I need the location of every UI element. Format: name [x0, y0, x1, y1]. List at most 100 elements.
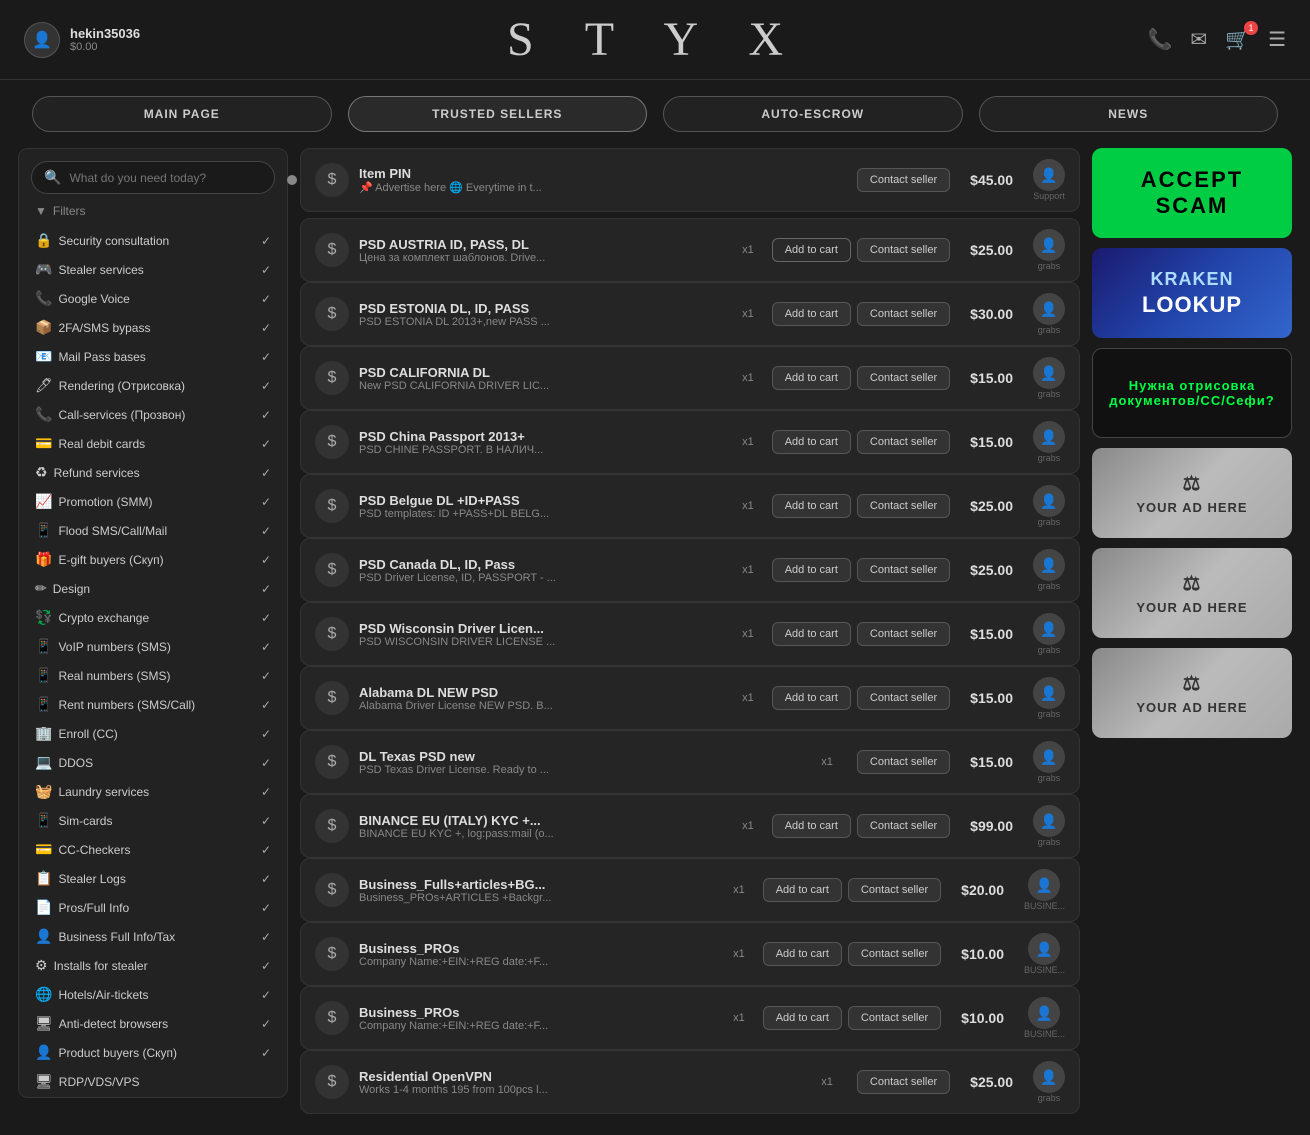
- contact-seller-button[interactable]: Contact seller: [848, 1006, 941, 1030]
- ad-your-3[interactable]: ⚖ YOUR AD HERE: [1092, 648, 1292, 738]
- seller-label: grabs: [1038, 389, 1061, 399]
- sidebar-item-5[interactable]: 🖊 Rendering (Отрисовка) ✓: [31, 371, 275, 400]
- ad-your-2[interactable]: ⚖ YOUR AD HERE: [1092, 548, 1292, 638]
- ad-your-1[interactable]: ⚖ YOUR AD HERE: [1092, 448, 1292, 538]
- sidebar-item-20[interactable]: 📱 Sim-cards ✓: [31, 806, 275, 835]
- seller-avatar: 👤: [1033, 357, 1065, 389]
- product-icon: $: [315, 553, 349, 587]
- avatar[interactable]: 👤: [24, 22, 60, 58]
- product-info: Business_Fulls+articles+BG... Business_P…: [359, 877, 715, 904]
- sidebar-item-18[interactable]: 💻 DDOS ✓: [31, 748, 275, 777]
- contact-seller-button[interactable]: Contact seller: [857, 750, 950, 774]
- contact-seller-button[interactable]: Contact seller: [857, 494, 950, 518]
- sidebar-item-28[interactable]: 👤 Product buyers (Скуп) ✓: [31, 1038, 275, 1067]
- contact-seller-button[interactable]: Contact seller: [857, 558, 950, 582]
- add-to-cart-button[interactable]: Add to cart: [763, 1006, 842, 1030]
- button-group: Add to cart Contact seller: [772, 366, 950, 390]
- ad-drawing[interactable]: Нужна отрисовка документов/СС/Сефи?: [1092, 348, 1292, 438]
- product-info: Alabama DL NEW PSD Alabama Driver Licens…: [359, 685, 724, 712]
- product-title: PSD Canada DL, ID, Pass: [359, 557, 724, 572]
- sidebar-item-2[interactable]: 📞 Google Voice ✓: [31, 284, 275, 313]
- sidebar-item-11[interactable]: 🎁 E-gift buyers (Скуп) ✓: [31, 545, 275, 574]
- pin-card: $ Item PIN 📌 Advertise here 🌐 Everytime …: [300, 148, 1080, 212]
- sidebar-item-4[interactable]: 📧 Mail Pass bases ✓: [31, 342, 275, 371]
- sidebar-item-7[interactable]: 💳 Real debit cards ✓: [31, 429, 275, 458]
- sidebar-check-26: ✓: [261, 988, 271, 1002]
- sidebar-item-17[interactable]: 🏢 Enroll (CC) ✓: [31, 719, 275, 748]
- contact-seller-button[interactable]: Contact seller: [848, 942, 941, 966]
- sidebar-item-14[interactable]: 📱 VoIP numbers (SMS) ✓: [31, 632, 275, 661]
- sidebar-icon-28: 👤: [35, 1044, 52, 1061]
- mail-icon[interactable]: ✉: [1190, 27, 1207, 52]
- contact-seller-button[interactable]: Contact seller: [848, 878, 941, 902]
- product-qty: x1: [734, 628, 762, 640]
- contact-seller-button[interactable]: Contact seller: [857, 168, 950, 192]
- sidebar-item-15[interactable]: 📱 Real numbers (SMS) ✓: [31, 661, 275, 690]
- sidebar-item-22[interactable]: 📋 Stealer Logs ✓: [31, 864, 275, 893]
- add-to-cart-button[interactable]: Add to cart: [772, 558, 851, 582]
- sidebar-item-27[interactable]: 🖥 Anti-detect browsers ✓: [31, 1009, 275, 1038]
- phone-icon[interactable]: 📞: [1147, 27, 1172, 52]
- sidebar-item-24[interactable]: 👤 Business Full Info/Tax ✓: [31, 922, 275, 951]
- tab-main[interactable]: MAIN PAGE: [32, 96, 332, 132]
- add-to-cart-button[interactable]: Add to cart: [772, 686, 851, 710]
- ad-kraken[interactable]: KRAKEN LOOKUP: [1092, 248, 1292, 338]
- contact-seller-button[interactable]: Contact seller: [857, 302, 950, 326]
- contact-seller-button[interactable]: Contact seller: [857, 1070, 950, 1094]
- menu-icon[interactable]: ☰: [1268, 27, 1286, 52]
- sidebar-icon-17: 🏢: [35, 725, 52, 742]
- contact-seller-button[interactable]: Contact seller: [857, 686, 950, 710]
- add-to-cart-button[interactable]: Add to cart: [772, 814, 851, 838]
- add-to-cart-button[interactable]: Add to cart: [772, 622, 851, 646]
- seller-col: 👤 grabs: [1033, 1061, 1065, 1103]
- contact-seller-button[interactable]: Contact seller: [857, 622, 950, 646]
- tab-auto-escrow[interactable]: AUTO-ESCROW: [663, 96, 963, 132]
- add-to-cart-button[interactable]: Add to cart: [763, 878, 842, 902]
- sidebar-item-9[interactable]: 📈 Promotion (SMM) ✓: [31, 487, 275, 516]
- sidebar-item-0[interactable]: 🔒 Security consultation ✓: [31, 226, 275, 255]
- button-group: Add to cart Contact seller: [772, 302, 950, 326]
- sidebar-icon-19: 🧺: [35, 783, 52, 800]
- add-to-cart-button[interactable]: Add to cart: [772, 366, 851, 390]
- product-price: $10.00: [951, 1010, 1014, 1026]
- add-to-cart-button[interactable]: Add to cart: [763, 942, 842, 966]
- cart-icon[interactable]: 🛒 1: [1225, 27, 1250, 52]
- sidebar-icon-4: 📧: [35, 348, 52, 365]
- product-card: $ Alabama DL NEW PSD Alabama Driver Lice…: [300, 666, 1080, 730]
- sidebar-item-26[interactable]: 🌐 Hotels/Air-tickets ✓: [31, 980, 275, 1009]
- tab-trusted-sellers[interactable]: TRUSTED SELLERS: [348, 96, 648, 132]
- contact-seller-button[interactable]: Contact seller: [857, 238, 950, 262]
- sidebar-item-3[interactable]: 📦 2FA/SMS bypass ✓: [31, 313, 275, 342]
- sidebar-item-10[interactable]: 📱 Flood SMS/Call/Mail ✓: [31, 516, 275, 545]
- add-to-cart-button[interactable]: Add to cart: [772, 302, 851, 326]
- ad-accept-scam[interactable]: ACCEPT SCAM: [1092, 148, 1292, 238]
- add-to-cart-button[interactable]: Add to cart: [772, 238, 851, 262]
- sidebar-item-16[interactable]: 📱 Rent numbers (SMS/Call) ✓: [31, 690, 275, 719]
- sidebar-item-21[interactable]: 💳 CC-Checkers ✓: [31, 835, 275, 864]
- sidebar-item-25[interactable]: ⚙ Installs for stealer ✓: [31, 951, 275, 980]
- sidebar-item-19[interactable]: 🧺 Laundry services ✓: [31, 777, 275, 806]
- contact-seller-button[interactable]: Contact seller: [857, 430, 950, 454]
- sidebar-label-22: Stealer Logs: [58, 872, 125, 886]
- search-input[interactable]: [69, 171, 262, 185]
- tab-news[interactable]: NEWS: [979, 96, 1279, 132]
- button-group: Add to cart Contact seller: [772, 814, 950, 838]
- sidebar-item-6[interactable]: 📞 Call-services (Прозвон) ✓: [31, 400, 275, 429]
- product-subtitle: BINANCE EU KYC +, log:pass:mail (o...: [359, 828, 724, 840]
- contact-seller-button[interactable]: Contact seller: [857, 366, 950, 390]
- sidebar-item-1[interactable]: 🎮 Stealer services ✓: [31, 255, 275, 284]
- sidebar-item-12[interactable]: ✏ Design ✓: [31, 574, 275, 603]
- sidebar-item-8[interactable]: ♻ Refund services ✓: [31, 458, 275, 487]
- sidebar-item-29[interactable]: 🖥 RDP/VDS/VPS: [31, 1067, 275, 1096]
- product-card: $ Business_PROs Company Name:+EIN:+REG d…: [300, 986, 1080, 1050]
- add-to-cart-button[interactable]: Add to cart: [772, 494, 851, 518]
- search-box[interactable]: 🔍: [31, 161, 275, 194]
- add-to-cart-button[interactable]: Add to cart: [772, 430, 851, 454]
- sidebar-item-23[interactable]: 📄 Pros/Full Info ✓: [31, 893, 275, 922]
- product-icon: $: [315, 873, 349, 907]
- sidebar-item-13[interactable]: 💱 Crypto exchange ✓: [31, 603, 275, 632]
- seller-avatar: 👤: [1033, 1061, 1065, 1093]
- product-qty: x1: [734, 372, 762, 384]
- product-info: Business_PROs Company Name:+EIN:+REG dat…: [359, 941, 715, 968]
- contact-seller-button[interactable]: Contact seller: [857, 814, 950, 838]
